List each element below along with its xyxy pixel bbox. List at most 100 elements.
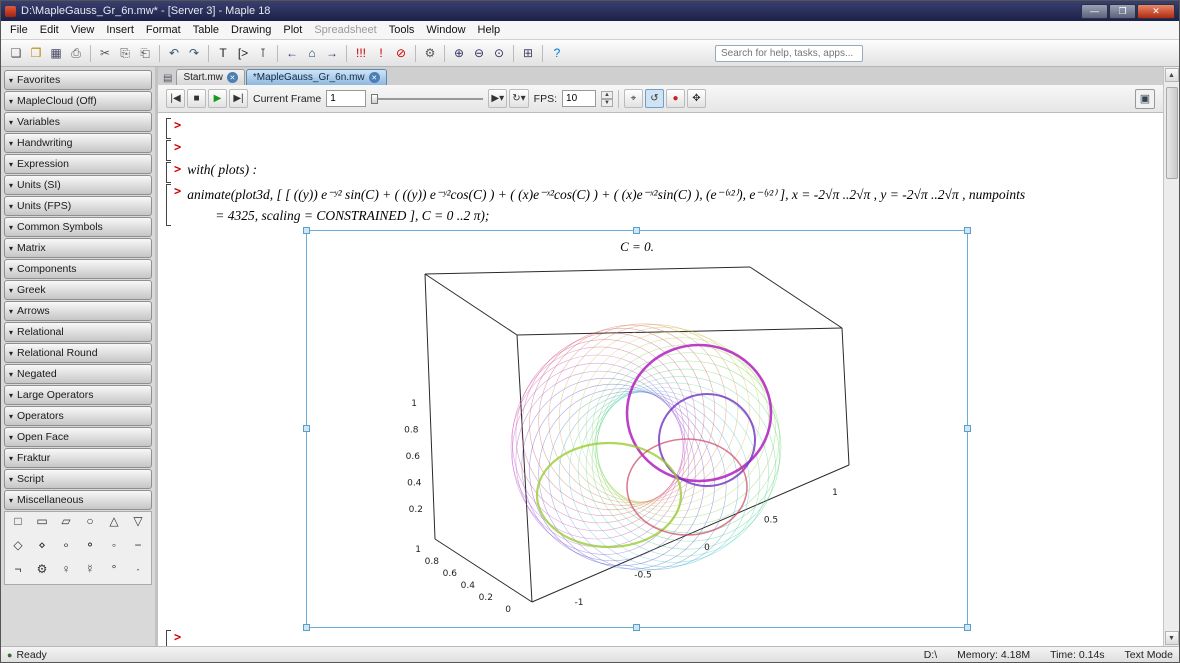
selection-handle[interactable] <box>633 624 640 631</box>
frame-slider[interactable] <box>371 92 484 106</box>
with-plots-input[interactable]: with( plots) : <box>187 162 257 183</box>
play-direction-icon[interactable]: ▶▾ <box>488 89 508 108</box>
back-icon[interactable]: ← <box>283 44 301 63</box>
menu-item-spreadsheet[interactable]: Spreadsheet <box>308 22 382 38</box>
palette-miscellaneous[interactable]: ▾ Miscellaneous <box>4 490 152 510</box>
execution-group-with-plots[interactable]: > with( plots) : <box>166 162 1163 183</box>
loop-mode-icon[interactable]: ↻▾ <box>509 89 529 108</box>
selection-handle[interactable] <box>303 425 310 432</box>
fps-input[interactable] <box>562 90 597 107</box>
frame-input[interactable] <box>326 90 367 107</box>
stop-icon[interactable]: ■ <box>187 89 206 108</box>
misc-symbol-2[interactable]: ▱ <box>54 514 78 534</box>
worksheet[interactable]: > > > with( plots) : > animate(plot3d, [… <box>158 113 1163 646</box>
misc-symbol-5[interactable]: ▽ <box>126 514 150 534</box>
plot-container[interactable]: C = 0. 1 0.8 0.6 0.4 0.2 1 0.8 0.6 0.4 0… <box>303 227 971 631</box>
maximize-button[interactable]: ❐ <box>1109 3 1136 19</box>
tab-maplegauss-gr-6n-mw[interactable]: *MapleGauss_Gr_6n.mw ✕ <box>245 69 387 85</box>
selection-handle[interactable] <box>964 624 971 631</box>
execute-icon[interactable]: ! <box>372 44 390 63</box>
misc-symbol-15[interactable]: ☿ <box>78 562 102 582</box>
menu-item-insert[interactable]: Insert <box>100 22 140 38</box>
misc-symbol-13[interactable]: ⚙ <box>30 562 54 582</box>
menu-item-tools[interactable]: Tools <box>383 22 421 38</box>
palette-handwriting[interactable]: ▾ Handwriting <box>4 133 152 153</box>
misc-symbol-6[interactable]: ◇ <box>6 538 30 558</box>
misc-symbol-10[interactable]: ◦ <box>102 538 126 558</box>
selection-handle[interactable] <box>964 227 971 234</box>
scroll-down-icon[interactable]: ▼ <box>1164 631 1179 645</box>
palette-negated[interactable]: ▾ Negated <box>4 364 152 384</box>
slider-thumb[interactable] <box>371 93 379 104</box>
selection-handle[interactable] <box>964 425 971 432</box>
worksheet-list-icon[interactable]: ▤ <box>160 73 175 85</box>
execution-group[interactable]: > <box>166 140 1163 161</box>
misc-symbol-9[interactable]: ⚬ <box>78 538 102 558</box>
insert-text-icon[interactable]: T <box>214 44 232 63</box>
scrollbar-thumb[interactable] <box>1165 87 1178 179</box>
palette-fraktur[interactable]: ▾ Fraktur <box>4 448 152 468</box>
menu-item-view[interactable]: View <box>65 22 101 38</box>
misc-symbol-14[interactable]: ♀ <box>54 562 78 582</box>
plot-panel-icon[interactable]: ▣ <box>1135 88 1155 109</box>
menu-item-window[interactable]: Window <box>420 22 471 38</box>
print-icon[interactable]: ⎙ <box>67 44 85 63</box>
menu-item-table[interactable]: Table <box>187 22 225 38</box>
palette-common-symbols[interactable]: ▾ Common Symbols <box>4 217 152 237</box>
execution-group[interactable]: > <box>166 630 1163 646</box>
close-icon[interactable]: ✕ <box>226 72 238 83</box>
close-button[interactable]: ✕ <box>1137 3 1175 19</box>
save-icon[interactable]: ▦ <box>47 44 65 63</box>
interrupt-icon[interactable]: ⊘ <box>392 44 410 63</box>
minimize-button[interactable]: — <box>1081 3 1108 19</box>
menu-item-help[interactable]: Help <box>472 22 507 38</box>
misc-symbol-12[interactable]: ¬ <box>6 562 30 582</box>
palette-greek[interactable]: ▾ Greek <box>4 280 152 300</box>
fps-stepper[interactable]: ▲ ▼ <box>601 90 613 107</box>
probe-icon[interactable]: ⌖ <box>623 89 643 108</box>
palette-expression[interactable]: ▾ Expression <box>4 154 152 174</box>
select-tool-icon[interactable]: ⊺ <box>254 44 272 63</box>
search-input[interactable] <box>715 44 863 62</box>
animate-command-input[interactable]: animate(plot3d, [ [ ((y)) e⁻ʸ² sin(C) + … <box>187 184 1025 226</box>
palette-components[interactable]: ▾ Components <box>4 259 152 279</box>
misc-symbol-7[interactable]: ⋄ <box>30 538 54 558</box>
insert-table-icon[interactable]: ⊞ <box>519 44 537 63</box>
palette-variables[interactable]: ▾ Variables <box>4 112 152 132</box>
palette-large-operators[interactable]: ▾ Large Operators <box>4 385 152 405</box>
execute-all-icon[interactable]: !!! <box>352 44 370 63</box>
paste-icon[interactable]: ⎗ <box>136 44 154 63</box>
close-icon[interactable]: ✕ <box>368 72 380 83</box>
palette-favorites[interactable]: ▾ Favorites <box>4 70 152 90</box>
home-icon[interactable]: ⌂ <box>303 44 321 63</box>
vertical-scrollbar[interactable]: ▲ ▼ <box>1163 67 1179 646</box>
palette-arrows[interactable]: ▾ Arrows <box>4 301 152 321</box>
menu-item-format[interactable]: Format <box>140 22 187 38</box>
palette-operators[interactable]: ▾ Operators <box>4 406 152 426</box>
misc-symbol-3[interactable]: ○ <box>78 514 102 534</box>
status-mode[interactable]: Text Mode <box>1125 649 1173 661</box>
zoom-reset-icon[interactable]: ⊙ <box>490 44 508 63</box>
misc-symbol-17[interactable]: ∙ <box>126 562 150 582</box>
palette-matrix[interactable]: ▾ Matrix <box>4 238 152 258</box>
play-icon[interactable]: ▶ <box>208 89 227 108</box>
copy-icon[interactable]: ⎘ <box>116 44 134 63</box>
new-document-icon[interactable]: ❏ <box>7 44 25 63</box>
misc-symbol-0[interactable]: □ <box>6 514 30 534</box>
tab-start-mw[interactable]: Start.mw ✕ <box>176 69 245 85</box>
selection-handle[interactable] <box>303 227 310 234</box>
plot-3d-view[interactable]: 10.80.60.40.2 10.80.60.40.20 -1-0.500.51 <box>307 255 967 621</box>
menu-item-plot[interactable]: Plot <box>277 22 308 38</box>
palette-script[interactable]: ▾ Script <box>4 469 152 489</box>
zoom-out-icon[interactable]: ⊖ <box>470 44 488 63</box>
zoom-in-icon[interactable]: ⊕ <box>450 44 468 63</box>
misc-symbol-1[interactable]: ▭ <box>30 514 54 534</box>
go-to-start-icon[interactable]: |◀ <box>166 89 185 108</box>
title-bar[interactable]: D:\MapleGauss_Gr_6n.mw* - [Server 3] - M… <box>1 1 1179 21</box>
misc-symbol-16[interactable]: ° <box>102 562 126 582</box>
cut-icon[interactable]: ✂ <box>96 44 114 63</box>
go-to-end-icon[interactable]: ▶| <box>229 89 248 108</box>
palette-relational-round[interactable]: ▾ Relational Round <box>4 343 152 363</box>
menu-item-edit[interactable]: Edit <box>34 22 65 38</box>
palette-units-fps[interactable]: ▾ Units (FPS) <box>4 196 152 216</box>
